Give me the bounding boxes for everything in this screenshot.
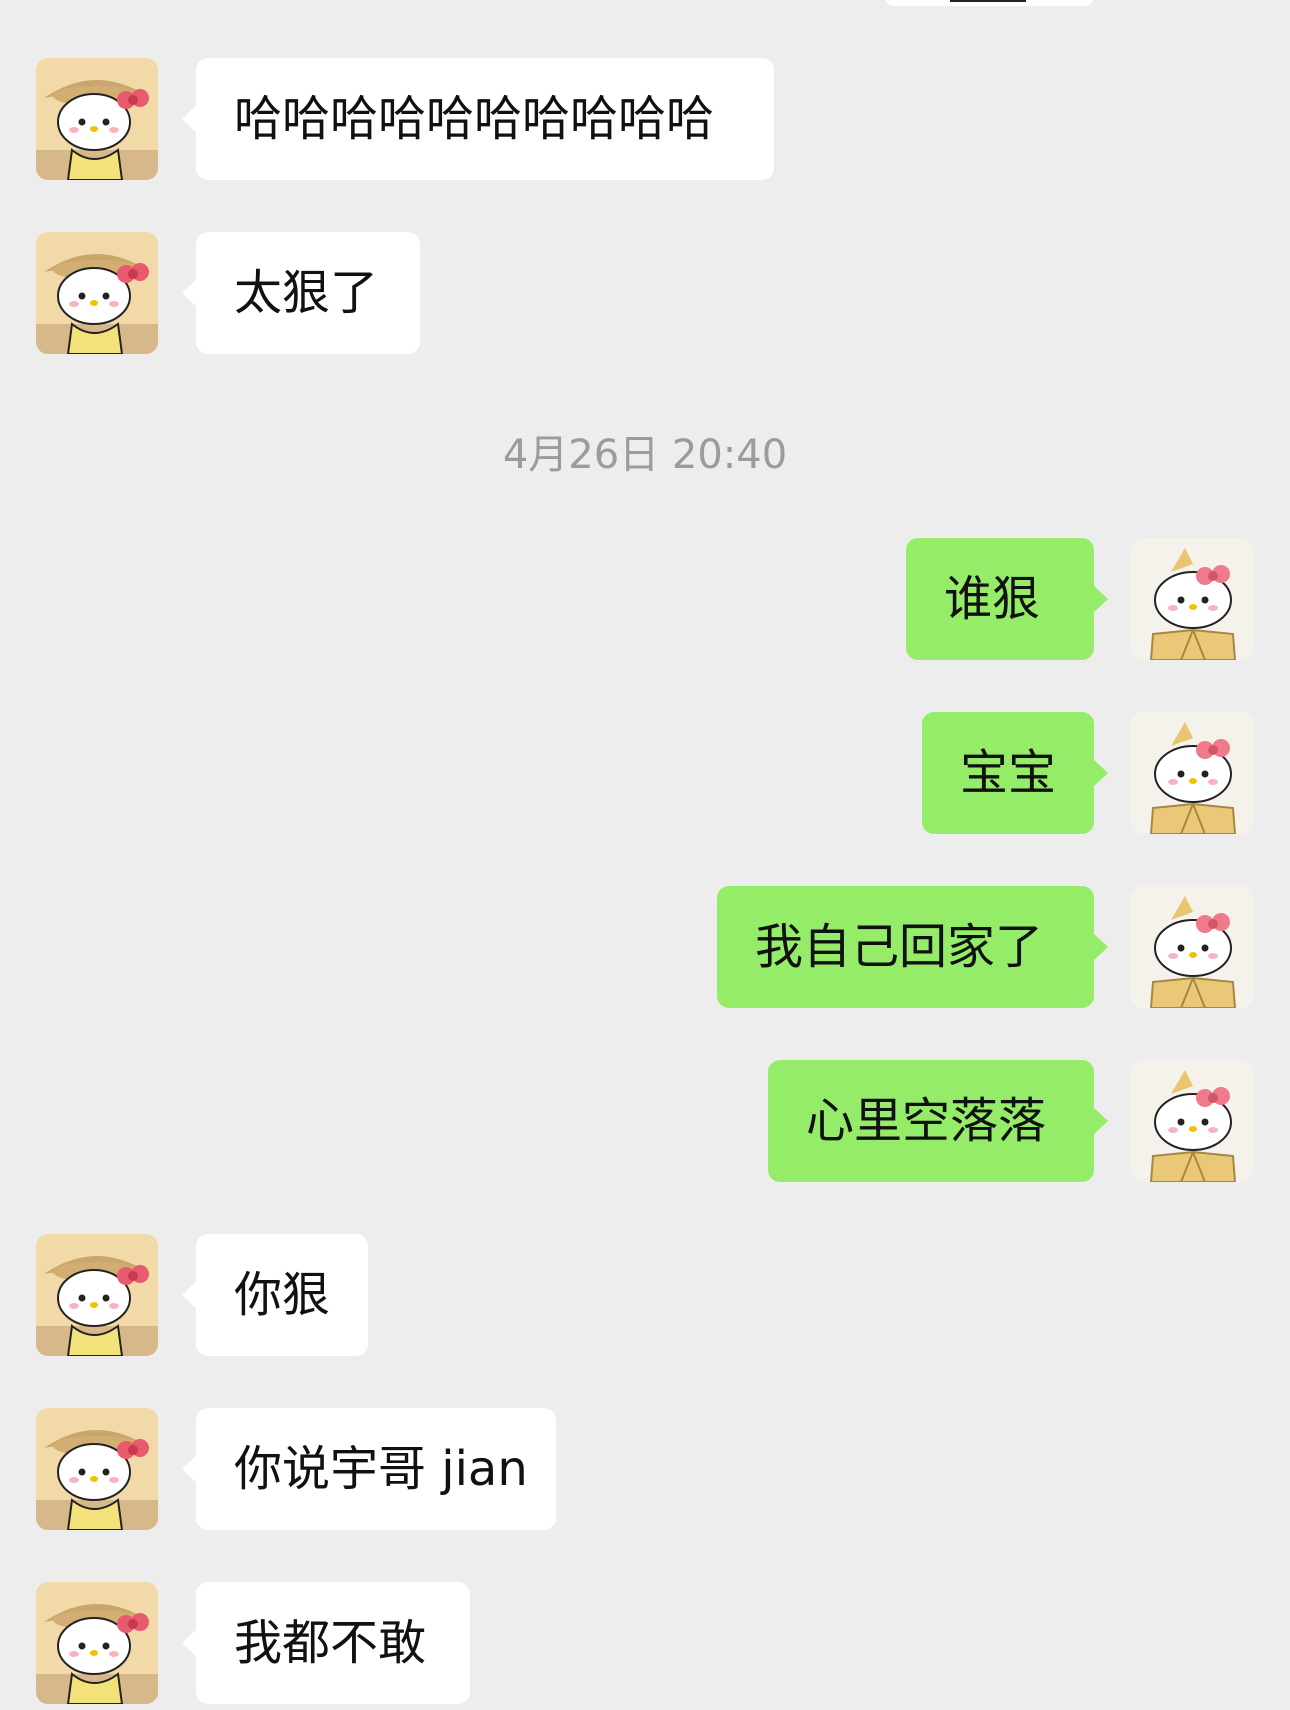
- message-text: 你说宇哥 jian: [234, 1441, 528, 1497]
- message-text: 你狠: [234, 1267, 331, 1323]
- message-text: 我自己回家了: [755, 919, 1044, 975]
- hello-kitty-straw-hat-avatar-icon: [36, 1408, 158, 1530]
- incoming-message-bubble[interactable]: 你说宇哥 jian: [182, 1408, 556, 1530]
- hello-kitty-straw-hat-avatar-icon: [36, 232, 158, 354]
- incoming-message-bubble[interactable]: 你狠: [182, 1234, 368, 1356]
- outgoing-message-bubble[interactable]: 谁狠: [906, 538, 1108, 660]
- my-avatar[interactable]: [1131, 712, 1253, 834]
- outgoing-message-bubble[interactable]: 我自己回家了: [717, 886, 1108, 1008]
- message-text: 太狠了: [234, 265, 379, 321]
- outgoing-message-bubble[interactable]: 心里空落落: [768, 1060, 1108, 1182]
- message-text: 宝宝: [960, 745, 1057, 801]
- hello-kitty-kimono-avatar-icon: [1131, 1060, 1253, 1182]
- hello-kitty-kimono-avatar-icon: [1131, 886, 1253, 1008]
- contact-avatar[interactable]: [36, 1408, 158, 1530]
- outgoing-message-bubble[interactable]: 宝宝: [922, 712, 1108, 834]
- message-text: 我都不敢: [234, 1615, 427, 1671]
- hello-kitty-straw-hat-avatar-icon: [36, 58, 158, 180]
- chat-window: 哈哈哈哈哈哈哈哈哈哈 太狠了 4月26日 20:40 谁狠 宝宝 我自己回家了 …: [0, 0, 1290, 1710]
- my-avatar[interactable]: [1131, 538, 1253, 660]
- message-text: 哈哈哈哈哈哈哈哈哈哈: [234, 91, 715, 147]
- incoming-message-bubble[interactable]: 太狠了: [182, 232, 420, 354]
- message-text: 心里空落落: [806, 1093, 1047, 1149]
- incoming-message-bubble[interactable]: 我都不敢: [182, 1582, 470, 1704]
- chat-timestamp: 4月26日 20:40: [502, 432, 788, 478]
- my-avatar[interactable]: [1131, 886, 1253, 1008]
- hello-kitty-kimono-avatar-icon: [1131, 538, 1253, 660]
- contact-avatar[interactable]: [36, 58, 158, 180]
- contact-avatar[interactable]: [36, 232, 158, 354]
- hello-kitty-kimono-avatar-icon: [1131, 712, 1253, 834]
- message-text: 谁狠: [944, 571, 1041, 627]
- my-avatar[interactable]: [1131, 1060, 1253, 1182]
- partial-message-bubble[interactable]: [884, 0, 1094, 6]
- incoming-message-bubble[interactable]: 哈哈哈哈哈哈哈哈哈哈: [182, 58, 774, 180]
- partial-message-underline: [950, 0, 1026, 2]
- contact-avatar[interactable]: [36, 1582, 158, 1704]
- hello-kitty-straw-hat-avatar-icon: [36, 1234, 158, 1356]
- contact-avatar[interactable]: [36, 1234, 158, 1356]
- hello-kitty-straw-hat-avatar-icon: [36, 1582, 158, 1704]
